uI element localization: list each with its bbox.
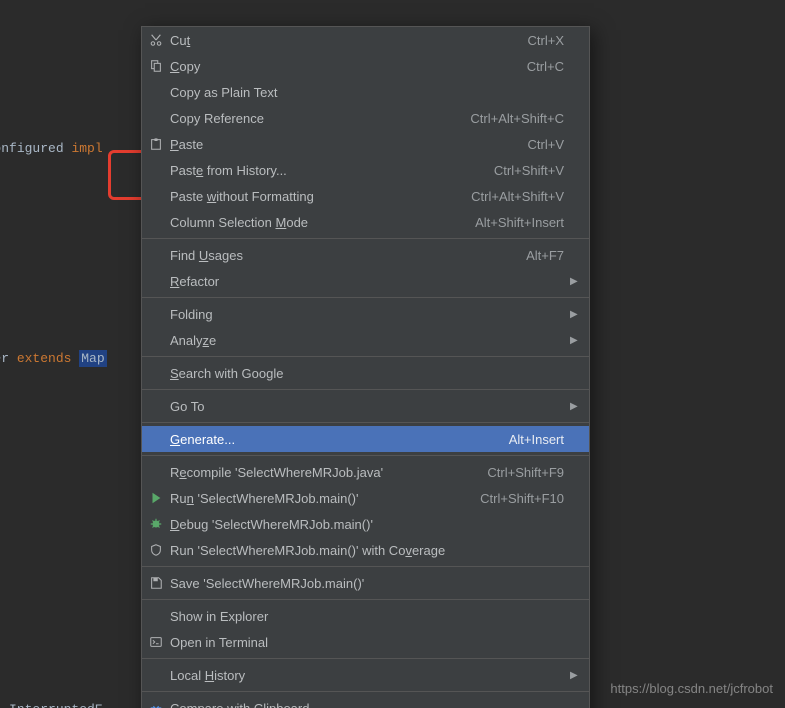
menu-item-label: Run 'SelectWhereMRJob.main()' <box>170 491 480 506</box>
menu-separator <box>142 455 589 456</box>
menu-item-label: Analyze <box>170 333 564 348</box>
coverage-icon <box>142 543 170 557</box>
submenu-indicator-icon: ▶ <box>570 309 577 320</box>
cut-icon <box>142 33 170 47</box>
menu-item-shortcut: Ctrl+Alt+Shift+C <box>470 111 564 126</box>
menu-item[interactable]: Copy as Plain Text <box>142 79 589 105</box>
selected-text: Map <box>79 350 106 367</box>
menu-item-label: Open in Terminal <box>170 635 564 650</box>
menu-separator <box>142 422 589 423</box>
menu-item[interactable]: Open in Terminal <box>142 629 589 655</box>
menu-item-shortcut: Alt+Insert <box>509 432 564 447</box>
menu-item[interactable]: Recompile 'SelectWhereMRJob.java'Ctrl+Sh… <box>142 459 589 485</box>
menu-item-label: Paste without Formatting <box>170 189 471 204</box>
menu-separator <box>142 238 589 239</box>
menu-separator <box>142 658 589 659</box>
menu-item[interactable]: Paste without FormattingCtrl+Alt+Shift+V <box>142 183 589 209</box>
menu-item-label: Copy Reference <box>170 111 470 126</box>
menu-separator <box>142 389 589 390</box>
menu-item[interactable]: Analyze ▶ <box>142 327 589 353</box>
menu-item-label: Go To <box>170 399 564 414</box>
menu-item-label: Refactor <box>170 274 564 289</box>
menu-item-shortcut: Ctrl+X <box>528 33 564 48</box>
menu-item-shortcut: Alt+Shift+Insert <box>475 215 564 230</box>
menu-item-label: Paste <box>170 137 528 152</box>
menu-item-label: Paste from History... <box>170 163 494 178</box>
menu-item-shortcut: Ctrl+C <box>527 59 564 74</box>
menu-item[interactable]: CopyCtrl+C <box>142 53 589 79</box>
menu-item-label: Save 'SelectWhereMRJob.main()' <box>170 576 564 591</box>
menu-item-label: Local History <box>170 668 564 683</box>
paste-icon <box>142 137 170 151</box>
menu-item[interactable]: Run 'SelectWhereMRJob.main()'Ctrl+Shift+… <box>142 485 589 511</box>
menu-item-shortcut: Ctrl+Shift+V <box>494 163 564 178</box>
menu-item-label: Run 'SelectWhereMRJob.main()' with Cover… <box>170 543 564 558</box>
submenu-indicator-icon: ▶ <box>570 401 577 412</box>
menu-item[interactable]: Find UsagesAlt+F7 <box>142 242 589 268</box>
menu-item-shortcut: Ctrl+V <box>528 137 564 152</box>
menu-item[interactable]: Column Selection ModeAlt+Shift+Insert <box>142 209 589 235</box>
menu-item[interactable]: Folding ▶ <box>142 301 589 327</box>
submenu-indicator-icon: ▶ <box>570 335 577 346</box>
terminal-icon <box>142 635 170 649</box>
menu-item-label: Folding <box>170 307 564 322</box>
menu-item-label: Cut <box>170 33 528 48</box>
copy-icon <box>142 59 170 73</box>
debug-icon <box>142 517 170 531</box>
menu-separator <box>142 297 589 298</box>
menu-item[interactable]: Run 'SelectWhereMRJob.main()' with Cover… <box>142 537 589 563</box>
menu-item-label: Find Usages <box>170 248 526 263</box>
menu-item[interactable]: Local History ▶ <box>142 662 589 688</box>
menu-item-shortcut: Alt+F7 <box>526 248 564 263</box>
menu-item[interactable]: Go To ▶ <box>142 393 589 419</box>
context-menu: CutCtrl+XCopyCtrl+CCopy as Plain TextCop… <box>141 26 590 708</box>
menu-item[interactable]: Copy ReferenceCtrl+Alt+Shift+C <box>142 105 589 131</box>
menu-item[interactable]: Compare with Clipboard <box>142 695 589 708</box>
menu-item-shortcut: Ctrl+Alt+Shift+V <box>471 189 564 204</box>
menu-item-label: Search with Google <box>170 366 564 381</box>
menu-item-label: Column Selection Mode <box>170 215 475 230</box>
menu-item[interactable]: PasteCtrl+V <box>142 131 589 157</box>
compare-icon <box>142 701 170 708</box>
menu-item-label: Compare with Clipboard <box>170 701 564 708</box>
menu-item[interactable]: Generate...Alt+Insert <box>142 426 589 452</box>
menu-item-shortcut: Ctrl+Shift+F10 <box>480 491 564 506</box>
menu-item[interactable]: Save 'SelectWhereMRJob.main()' <box>142 570 589 596</box>
menu-item[interactable]: Refactor ▶ <box>142 268 589 294</box>
menu-item-label: Generate... <box>170 432 509 447</box>
menu-item-label: Copy as Plain Text <box>170 85 564 100</box>
menu-item[interactable]: Show in Explorer <box>142 603 589 629</box>
menu-separator <box>142 356 589 357</box>
menu-item[interactable]: Debug 'SelectWhereMRJob.main()' <box>142 511 589 537</box>
menu-item-label: Recompile 'SelectWhereMRJob.java' <box>170 465 487 480</box>
menu-item-label: Show in Explorer <box>170 609 564 624</box>
menu-separator <box>142 691 589 692</box>
menu-separator <box>142 599 589 600</box>
submenu-indicator-icon: ▶ <box>570 670 577 681</box>
watermark: https://blog.csdn.net/jcfrobot <box>610 681 773 696</box>
save-icon <box>142 576 170 590</box>
menu-item-label: Copy <box>170 59 527 74</box>
menu-item-label: Debug 'SelectWhereMRJob.main()' <box>170 517 564 532</box>
menu-item[interactable]: Search with Google <box>142 360 589 386</box>
menu-separator <box>142 566 589 567</box>
menu-item-shortcut: Ctrl+Shift+F9 <box>487 465 564 480</box>
submenu-indicator-icon: ▶ <box>570 276 577 287</box>
menu-item[interactable]: CutCtrl+X <box>142 27 589 53</box>
menu-item[interactable]: Paste from History...Ctrl+Shift+V <box>142 157 589 183</box>
run-icon <box>142 491 170 505</box>
